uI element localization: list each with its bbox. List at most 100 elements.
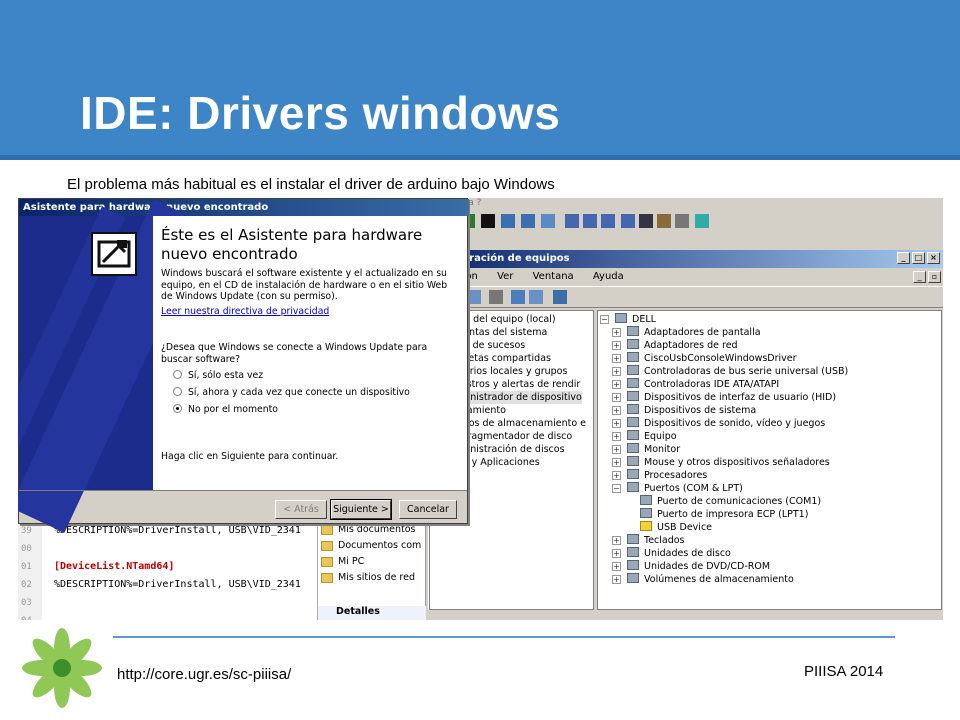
help-icon[interactable] [511, 290, 525, 304]
device-category[interactable]: + Unidades de DVD/CD-ROM [612, 560, 770, 573]
device-category[interactable]: + Monitor [612, 443, 680, 456]
align-icon[interactable] [621, 214, 635, 228]
expand-icon[interactable]: + [612, 341, 621, 350]
code-line: %DESCRIPTION%=DriverInstall, USB\VID_234… [54, 579, 301, 590]
expand-icon[interactable]: + [612, 419, 621, 428]
scan-hardware-icon[interactable] [553, 290, 567, 304]
device-label: Dispositivos de sistema [644, 405, 757, 416]
details-section-header[interactable]: Detalles [318, 606, 426, 620]
system-device-icon [627, 404, 639, 414]
device-category[interactable]: + Controladoras de bus serie universal (U… [612, 365, 848, 378]
device-root[interactable]: − DELL [600, 313, 656, 326]
child-restore-button[interactable]: ▫ [928, 271, 941, 283]
step-icon[interactable] [501, 214, 515, 228]
radio-not-now[interactable]: No por el momento [173, 404, 278, 416]
expand-icon[interactable]: + [612, 471, 621, 480]
device-label: Mouse y otros dispositivos señaladores [644, 457, 830, 468]
code-line: [DeviceList.NTamd64] [54, 561, 175, 572]
child-minimize-button[interactable]: _ [913, 271, 926, 283]
show-tree-icon[interactable] [467, 290, 481, 304]
line-number: 00 [21, 544, 32, 554]
menu-item-ver[interactable]: Ver [497, 271, 513, 282]
expand-icon[interactable]: + [612, 380, 621, 389]
expand-icon[interactable]: + [612, 406, 621, 415]
device-category[interactable]: + Dispositivos de sonido, vídeo y juegos [612, 417, 825, 430]
menu-item-ventana[interactable]: Ventana [533, 271, 574, 282]
slide-title: IDE: Drivers windows [80, 87, 561, 139]
expand-icon[interactable]: + [612, 575, 621, 584]
device-category[interactable]: + Dispositivos de interfaz de usuario (HI… [612, 391, 836, 404]
mmc-menubar: Acción Ver Ventana Ayuda _ ▫ × [429, 268, 943, 286]
window-icon[interactable] [541, 214, 555, 228]
device-category[interactable]: + Mouse y otros dispositivos señaladores [612, 456, 830, 469]
collapse-icon[interactable]: − [612, 484, 621, 493]
mouse-icon [627, 456, 639, 466]
radio-yes-always[interactable]: Sí, ahora y cada vez que conecte un disp… [173, 387, 410, 399]
warning-icon [640, 521, 652, 531]
expand-icon[interactable]: + [612, 354, 621, 363]
expand-icon[interactable]: + [612, 367, 621, 376]
device-category[interactable]: + Unidades de disco [612, 547, 731, 560]
book-icon[interactable] [657, 214, 671, 228]
check-icon[interactable] [695, 214, 709, 228]
folder-item[interactable]: Documentos com [318, 538, 425, 554]
device-item[interactable]: Puerto de comunicaciones (COM1) [640, 495, 821, 508]
maximize-button[interactable]: □ [912, 252, 925, 264]
expand-icon[interactable]: + [612, 432, 621, 441]
device-category[interactable]: + Controladoras IDE ATA/ATAPI [612, 378, 779, 391]
device-label: Puerto de impresora ECP (LPT1) [657, 509, 809, 520]
hardware-icon [91, 232, 137, 276]
device-category[interactable]: − Puertos (COM & LPT) [612, 482, 743, 495]
expand-icon[interactable]: + [612, 328, 621, 337]
device-label: Volúmenes de almacenamiento [644, 574, 794, 585]
device-category[interactable]: + CiscoUsbConsoleWindowsDriver [612, 352, 797, 365]
collapse-icon[interactable]: − [600, 315, 609, 324]
back-button[interactable]: < Atrás [275, 500, 327, 519]
keyboard-icon [627, 534, 639, 544]
expand-icon[interactable]: + [612, 549, 621, 558]
stop-icon[interactable] [481, 214, 495, 228]
next-button[interactable]: Siguiente > [330, 499, 392, 520]
device-item-unknown[interactable]: USB Device [640, 521, 712, 534]
menu-item-ayuda[interactable]: Ayuda [593, 271, 624, 282]
arrow-down-icon[interactable] [583, 214, 597, 228]
device-category[interactable]: + Dispositivos de sistema [612, 404, 756, 417]
code-area[interactable]: %DESCRIPTION%=DriverInstall, USB\VID_234… [54, 522, 314, 620]
close-button[interactable]: × [927, 252, 940, 264]
device-label: Puerto de comunicaciones (COM1) [657, 496, 822, 507]
minimize-button[interactable]: _ [897, 252, 910, 264]
folder-item[interactable]: Mis documentos [318, 522, 425, 538]
document-icon[interactable] [675, 214, 689, 228]
heading-icon[interactable] [639, 214, 653, 228]
port-icon [627, 482, 639, 492]
computer-icon [627, 430, 639, 440]
expand-icon[interactable]: + [612, 458, 621, 467]
device-category[interactable]: + Procesadores [612, 469, 707, 482]
arrow-up-icon[interactable] [565, 214, 579, 228]
expand-icon[interactable]: + [612, 536, 621, 545]
radio-yes-once[interactable]: Sí, sólo esta vez [173, 370, 263, 382]
device-item[interactable]: Puerto de impresora ECP (LPT1) [640, 508, 808, 521]
arrow-up-icon[interactable] [601, 214, 615, 228]
forward-icon[interactable] [521, 214, 535, 228]
device-label: Adaptadores de red [644, 340, 738, 351]
device-category[interactable]: + Adaptadores de red [612, 339, 738, 352]
inf-editor: 39 00 01 02 03 04 %DESCRIPTION%=DriverIn… [18, 522, 318, 620]
privacy-link[interactable]: Leer nuestra directiva de privacidad [161, 306, 329, 317]
print-icon[interactable] [489, 290, 503, 304]
device-category[interactable]: + Adaptadores de pantalla [612, 326, 761, 339]
leaf-logo-icon [22, 628, 102, 708]
folder-item[interactable]: Mi PC [318, 554, 425, 570]
expand-icon[interactable]: + [612, 393, 621, 402]
footer-url[interactable]: http://core.ugr.es/sc-piiisa/ [117, 665, 297, 685]
folder-item[interactable]: Mis sitios de red [318, 570, 425, 586]
storage-volume-icon [627, 573, 639, 583]
device-category[interactable]: + Equipo [612, 430, 677, 443]
expand-icon[interactable]: + [612, 562, 621, 571]
device-category[interactable]: + Teclados [612, 534, 685, 547]
cancel-button[interactable]: Cancelar [399, 500, 457, 519]
properties-icon[interactable] [529, 290, 543, 304]
device-category[interactable]: + Volúmenes de almacenamiento [612, 573, 794, 586]
expand-icon[interactable]: + [612, 445, 621, 454]
